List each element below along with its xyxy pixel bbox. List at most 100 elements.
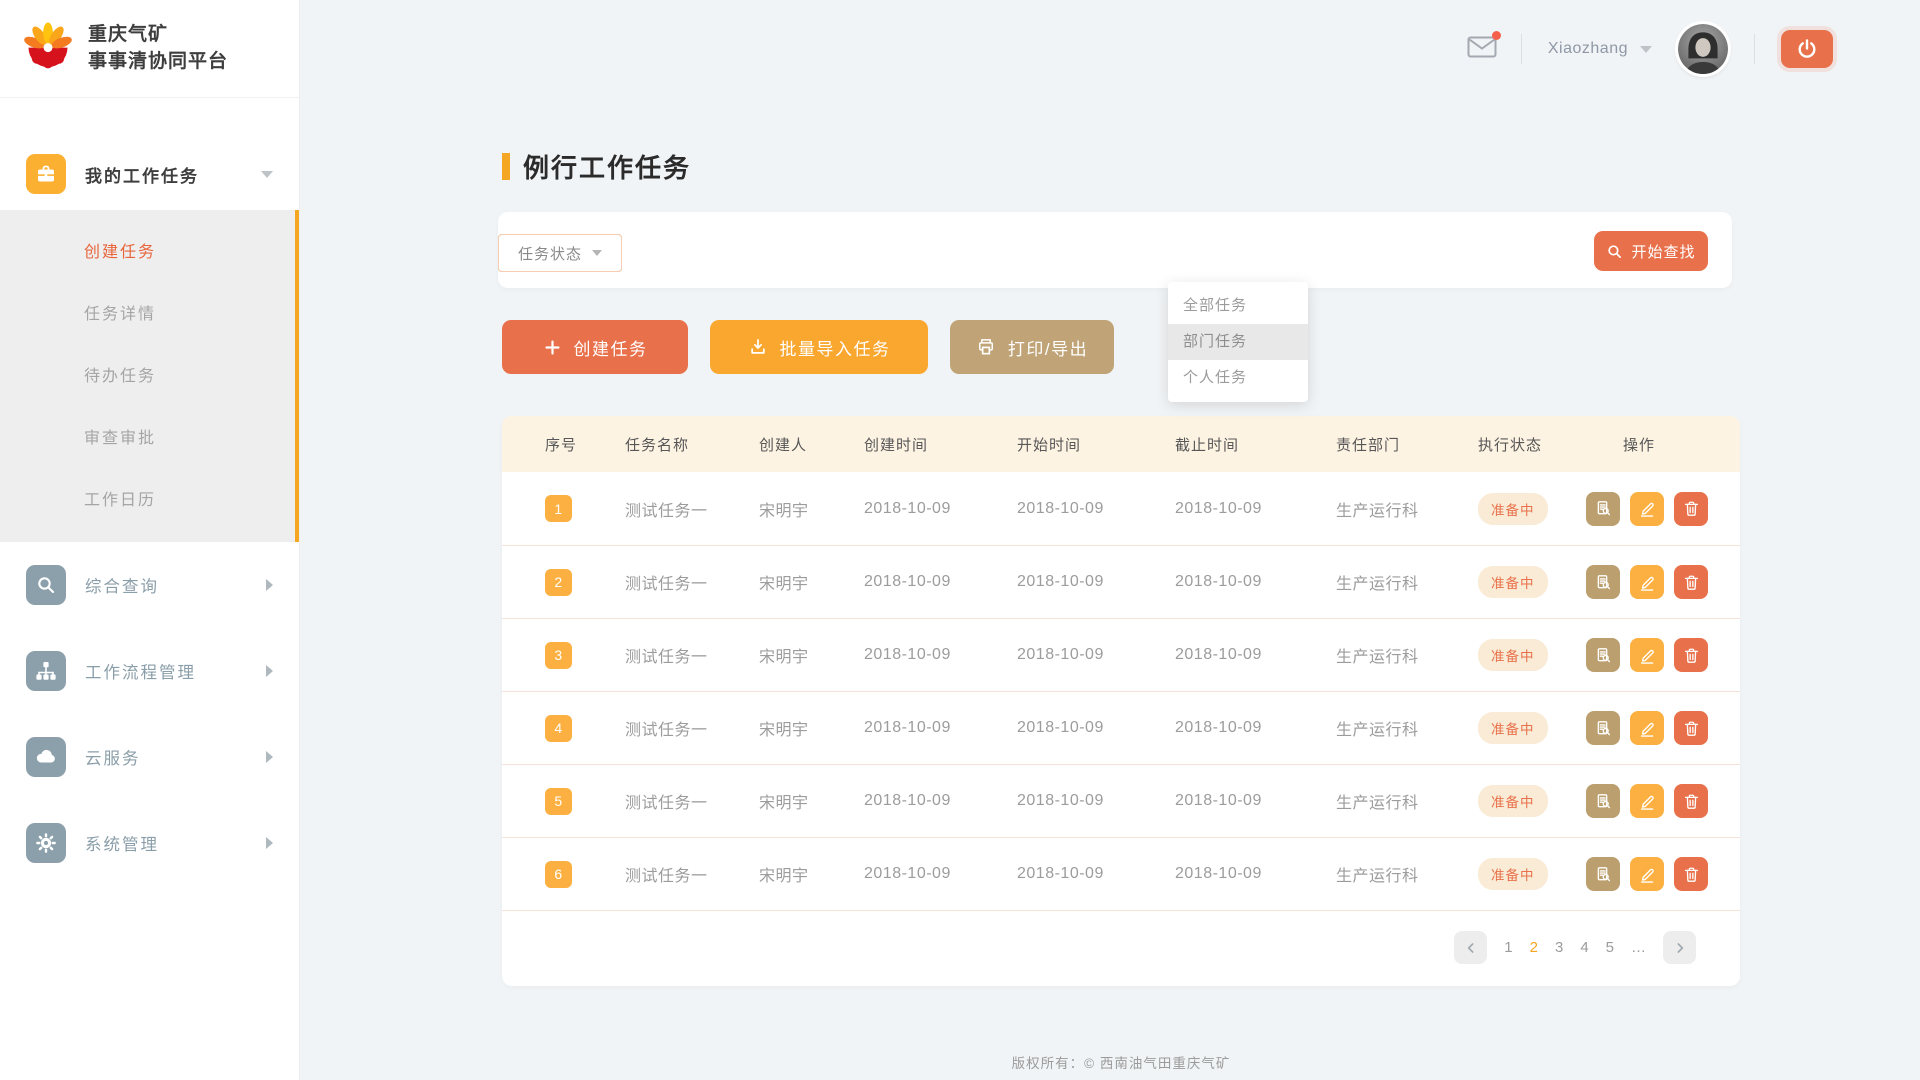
status-badge: 准备中 [1478, 566, 1548, 598]
edit-task-button[interactable] [1630, 492, 1664, 526]
document-search-icon [1594, 646, 1613, 665]
dropdown-option[interactable]: 个人任务 [1168, 360, 1308, 396]
view-task-button[interactable] [1586, 638, 1620, 672]
end-date-cell: 2018-10-09 [1175, 573, 1336, 591]
sidebar-item-settings[interactable]: 系统管理 [0, 800, 299, 886]
status-badge: 准备中 [1478, 785, 1548, 817]
sidebar-item-label: 云服务 [85, 745, 141, 769]
chevron-left-icon [1463, 940, 1479, 956]
pencil-icon [1638, 792, 1657, 811]
petrochina-logo-icon [22, 20, 74, 77]
prev-page-button[interactable] [1454, 931, 1487, 964]
delete-task-button[interactable] [1674, 857, 1708, 891]
end-date-cell: 2018-10-09 [1175, 719, 1336, 737]
page-number[interactable]: 2 [1530, 939, 1538, 956]
view-task-button[interactable] [1586, 784, 1620, 818]
pagination: 1 2 3 4 5 … [502, 910, 1740, 984]
task-type-dropdown: 全部任务 部门任务 个人任务 [1168, 282, 1308, 402]
next-page-button[interactable] [1663, 931, 1696, 964]
submenu-item[interactable]: 待办任务 [0, 346, 295, 408]
view-task-button[interactable] [1586, 711, 1620, 745]
header-divider [1754, 34, 1755, 64]
batch-import-label: 批量导入任务 [780, 335, 891, 360]
status-cell: 准备中 [1470, 493, 1586, 525]
submenu-item[interactable]: 审查审批 [0, 408, 295, 470]
gear-icon [26, 823, 66, 863]
view-task-button[interactable] [1586, 492, 1620, 526]
trash-icon [1682, 865, 1701, 884]
logout-power-button[interactable] [1781, 30, 1833, 68]
end-date-cell: 2018-10-09 [1175, 646, 1336, 664]
table-row[interactable]: 2 测试任务一 宋明宇 2018-10-09 2018-10-09 2018-1… [502, 545, 1740, 618]
submenu-item[interactable]: 任务详情 [0, 284, 295, 346]
chevron-down-icon [261, 171, 273, 178]
page-number[interactable]: 1 [1504, 939, 1512, 956]
search-icon [1606, 243, 1623, 260]
department-cell: 生产运行科 [1336, 643, 1470, 667]
row-actions-cell [1586, 711, 1740, 745]
create-task-button[interactable]: 创建任务 [502, 320, 688, 374]
pencil-icon [1638, 865, 1657, 884]
username[interactable]: Xiaozhang [1548, 40, 1628, 58]
document-search-icon [1594, 719, 1613, 738]
chevron-right-icon [266, 837, 273, 849]
chevron-right-icon [266, 751, 273, 763]
page-number[interactable]: … [1631, 939, 1646, 956]
creator-cell: 宋明宇 [759, 643, 864, 667]
delete-task-button[interactable] [1674, 565, 1708, 599]
page-number[interactable]: 4 [1580, 939, 1588, 956]
delete-task-button[interactable] [1674, 711, 1708, 745]
table-body: 1 测试任务一 宋明宇 2018-10-09 2018-10-09 2018-1… [502, 472, 1740, 910]
start-date-cell: 2018-10-09 [1017, 646, 1175, 664]
status-badge: 准备中 [1478, 493, 1548, 525]
cloud-icon [26, 737, 66, 777]
view-task-button[interactable] [1586, 565, 1620, 599]
submenu-item[interactable]: 创建任务 [0, 222, 295, 284]
row-number-badge: 3 [545, 642, 572, 669]
table-column-header: 开始时间 [1017, 434, 1175, 455]
sidebar-item-cloud[interactable]: 云服务 [0, 714, 299, 800]
delete-task-button[interactable] [1674, 638, 1708, 672]
edit-task-button[interactable] [1630, 565, 1664, 599]
task-name-cell: 测试任务一 [625, 643, 759, 667]
sidebar-item-my-tasks[interactable]: 我的工作任务 [0, 138, 299, 210]
search-submit-button[interactable]: 开始查找 [1594, 231, 1708, 271]
batch-import-button[interactable]: 批量导入任务 [710, 320, 928, 374]
status-cell: 准备中 [1470, 566, 1586, 598]
dropdown-option[interactable]: 部门任务 [1168, 324, 1308, 360]
dropdown-option[interactable]: 全部任务 [1168, 288, 1308, 324]
submenu-item[interactable]: 工作日历 [0, 470, 295, 532]
delete-task-button[interactable] [1674, 784, 1708, 818]
creator-cell: 宋明宇 [759, 862, 864, 886]
table-row[interactable]: 5 测试任务一 宋明宇 2018-10-09 2018-10-09 2018-1… [502, 764, 1740, 837]
title-accent-bar [502, 153, 510, 180]
pencil-icon [1638, 573, 1657, 592]
page-number[interactable]: 3 [1555, 939, 1563, 956]
chevron-down-icon[interactable] [1640, 46, 1652, 53]
table-row[interactable]: 6 测试任务一 宋明宇 2018-10-09 2018-10-09 2018-1… [502, 837, 1740, 910]
status-badge: 准备中 [1478, 858, 1548, 890]
edit-task-button[interactable] [1630, 857, 1664, 891]
mail-icon[interactable] [1467, 35, 1497, 64]
view-task-button[interactable] [1586, 857, 1620, 891]
avatar[interactable] [1678, 24, 1728, 74]
filter-select[interactable]: 任务状态 [498, 234, 622, 272]
department-cell: 生产运行科 [1336, 789, 1470, 813]
page-number[interactable]: 5 [1606, 939, 1614, 956]
delete-task-button[interactable] [1674, 492, 1708, 526]
edit-task-button[interactable] [1630, 638, 1664, 672]
print-export-button[interactable]: 打印/导出 [950, 320, 1114, 374]
table-column-header: 责任部门 [1336, 434, 1470, 455]
chevron-right-icon [266, 579, 273, 591]
table-column-header: 序号 [502, 434, 625, 455]
table-row[interactable]: 3 测试任务一 宋明宇 2018-10-09 2018-10-09 2018-1… [502, 618, 1740, 691]
sidebar-item-search[interactable]: 综合查询 [0, 542, 299, 628]
edit-task-button[interactable] [1630, 711, 1664, 745]
table-row[interactable]: 4 测试任务一 宋明宇 2018-10-09 2018-10-09 2018-1… [502, 691, 1740, 764]
edit-task-button[interactable] [1630, 784, 1664, 818]
sidebar-item-workflow[interactable]: 工作流程管理 [0, 628, 299, 714]
top-header: Xiaozhang [1467, 0, 1920, 98]
table-row[interactable]: 1 测试任务一 宋明宇 2018-10-09 2018-10-09 2018-1… [502, 472, 1740, 545]
chevron-right-icon [1672, 940, 1688, 956]
row-number-cell: 5 [502, 788, 625, 815]
